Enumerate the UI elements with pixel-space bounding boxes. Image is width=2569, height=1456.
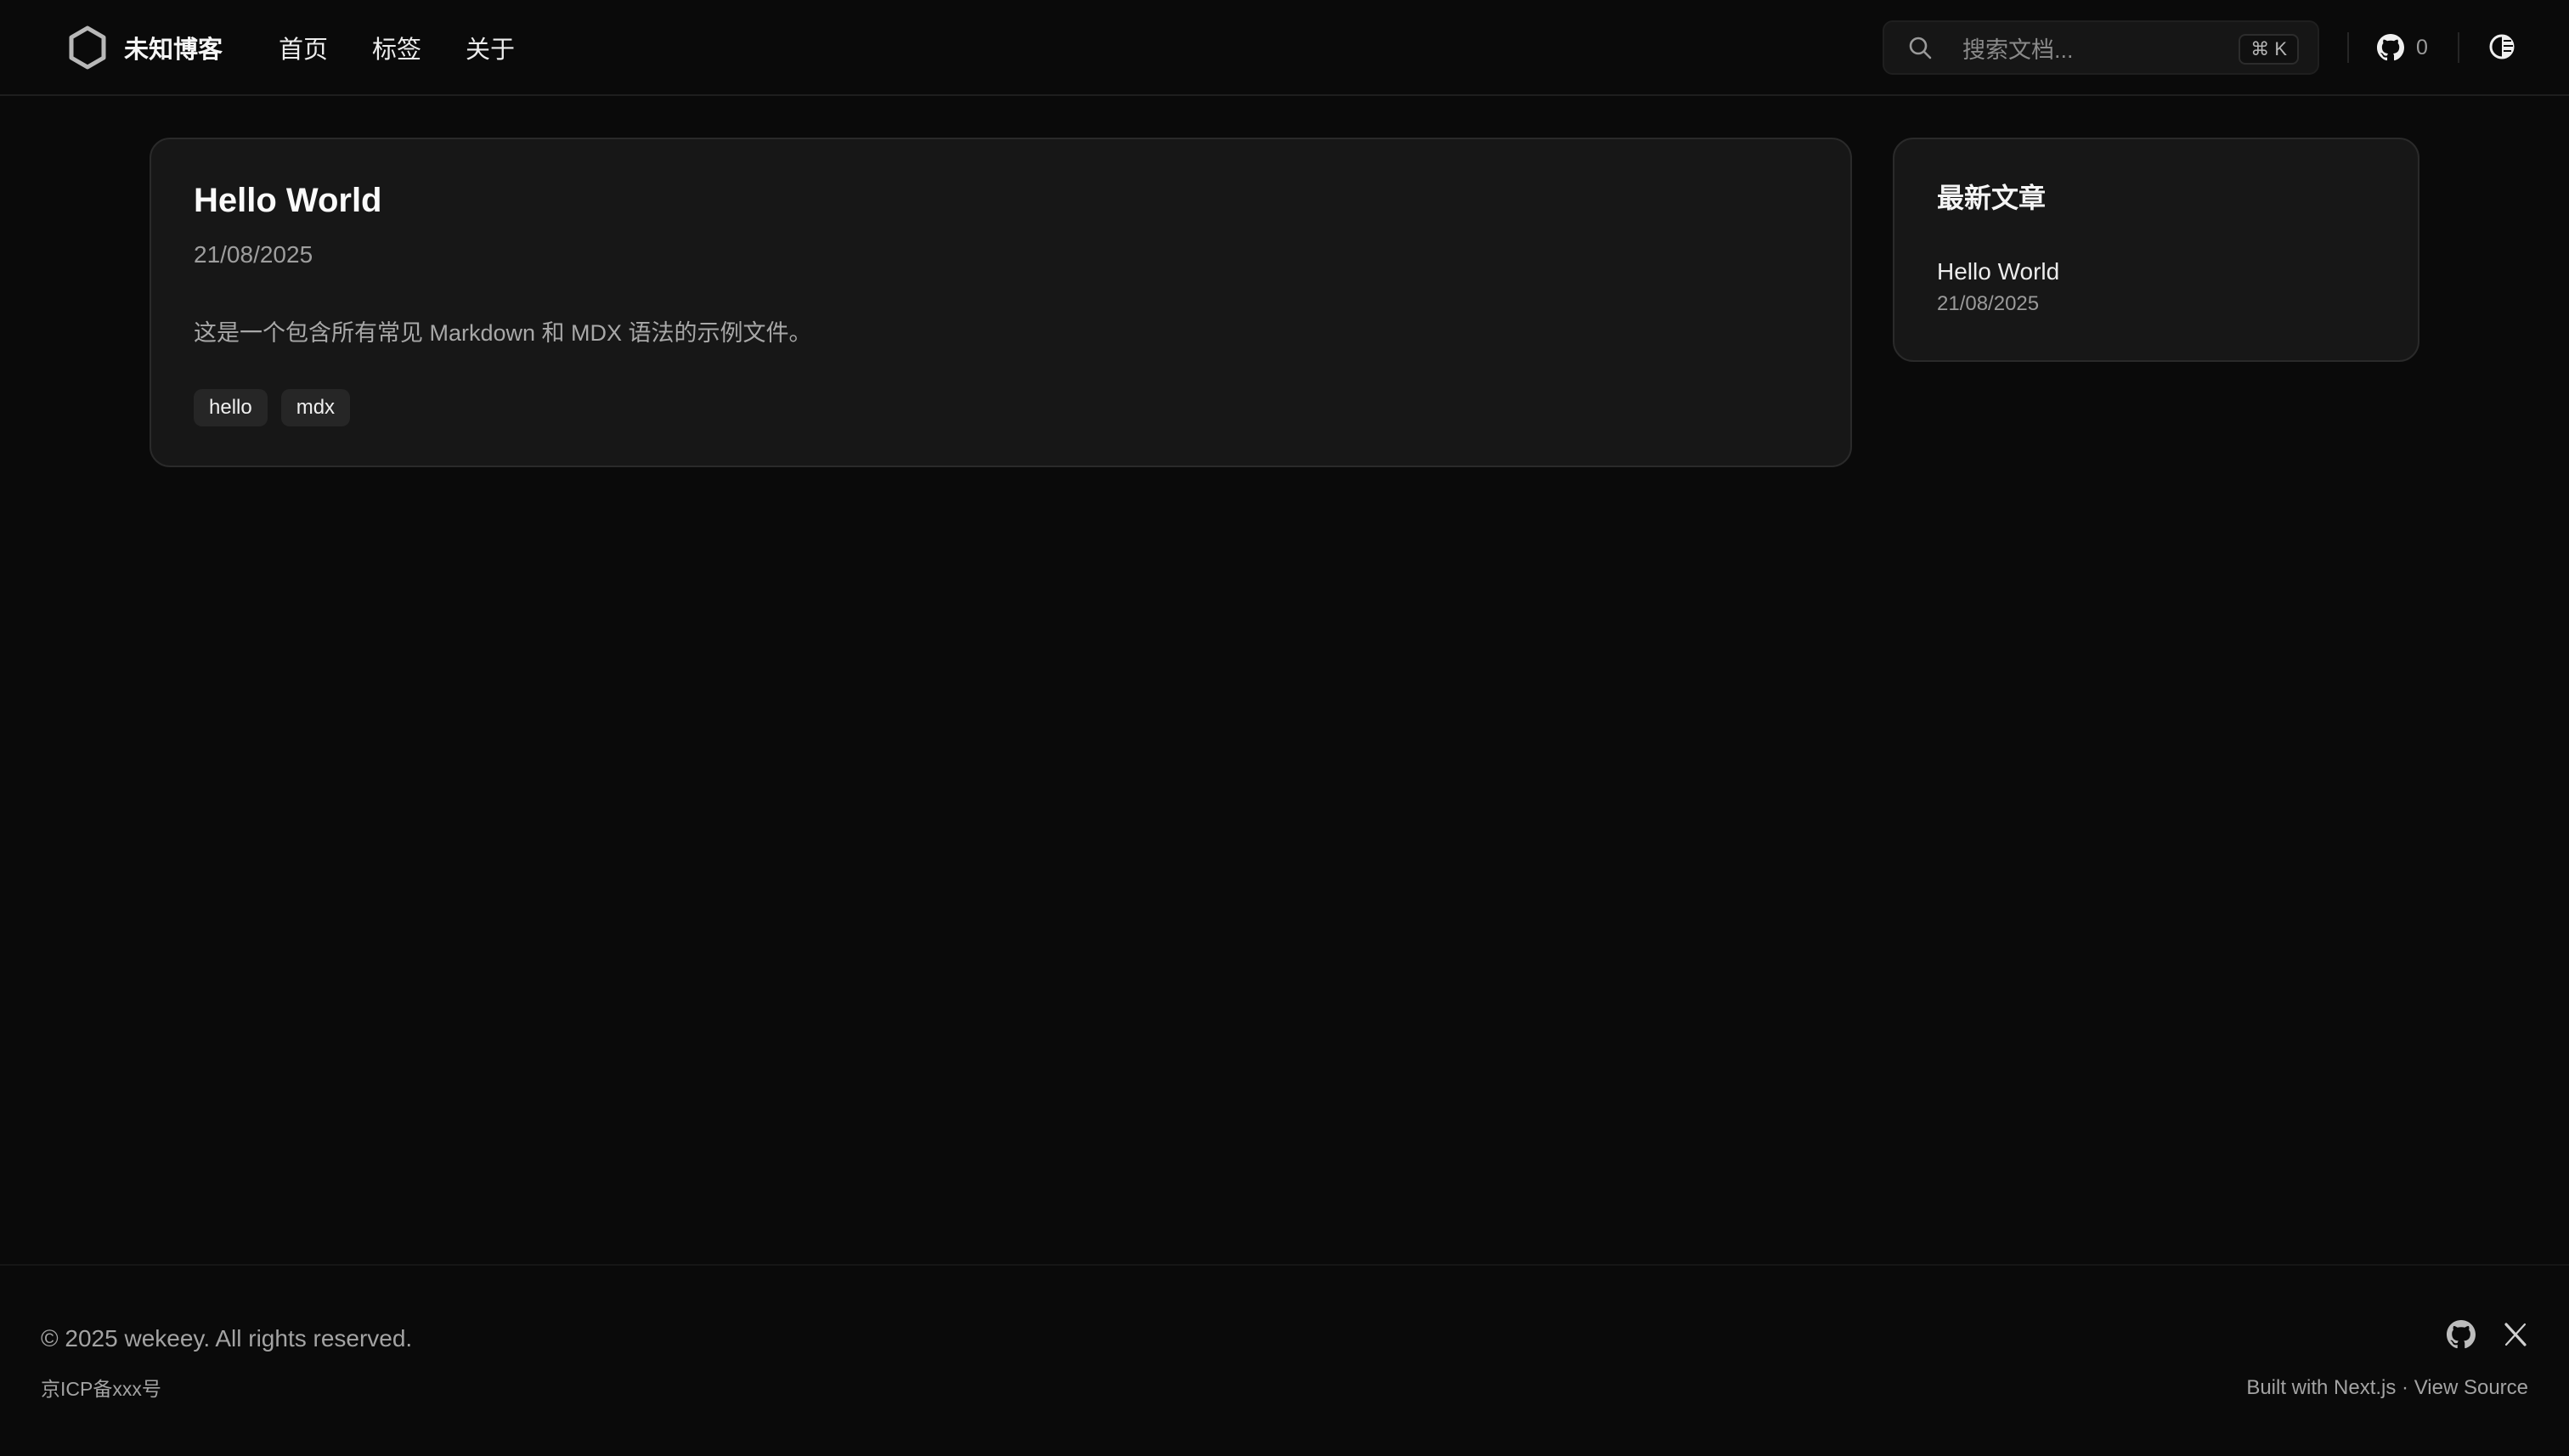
header-divider bbox=[2347, 32, 2349, 63]
hexagon-logo-icon bbox=[69, 25, 106, 70]
search-icon bbox=[1909, 37, 1932, 59]
header-divider bbox=[2458, 32, 2459, 63]
latest-post-date: 21/08/2025 bbox=[1937, 292, 2040, 315]
icp-license: 京ICP备xxx号 bbox=[41, 1378, 161, 1400]
footer-x-icon[interactable] bbox=[2501, 1320, 2530, 1349]
latest-posts-title: 最新文章 bbox=[1937, 183, 2047, 213]
search-placeholder: 搜索文档... bbox=[1962, 37, 2074, 63]
site-footer: © 2025 wekeey. All rights reserved. 京ICP… bbox=[0, 1264, 2569, 1456]
post-title[interactable]: Hello World bbox=[194, 182, 381, 220]
post-tags: hello mdx bbox=[194, 389, 351, 426]
github-icon bbox=[2377, 34, 2404, 61]
latest-post-title[interactable]: Hello World bbox=[1937, 258, 2059, 285]
search-input[interactable]: 搜索文档... ⌘ K bbox=[1883, 20, 2319, 75]
latest-posts-panel: 最新文章 Hello World 21/08/2025 bbox=[1893, 138, 2419, 362]
post-description: 这是一个包含所有常见 Markdown 和 MDX 语法的示例文件。 bbox=[194, 320, 812, 346]
nav-item-home[interactable]: 首页 bbox=[279, 30, 328, 65]
site-header: 未知博客 首页 标签 关于 搜索文档... ⌘ K 0 bbox=[0, 0, 2569, 96]
page: 未知博客 首页 标签 关于 搜索文档... ⌘ K 0 Hello World … bbox=[0, 0, 2569, 1456]
footer-github-icon[interactable] bbox=[2447, 1320, 2476, 1349]
github-link[interactable]: 0 bbox=[2377, 31, 2428, 64]
theme-toggle-icon[interactable] bbox=[2487, 32, 2516, 61]
nav-item-tags[interactable]: 标签 bbox=[372, 30, 421, 65]
built-with-line: Built with Next.js · View Source bbox=[2246, 1376, 2528, 1400]
tag-hello[interactable]: hello bbox=[194, 389, 268, 426]
github-star-count: 0 bbox=[2416, 35, 2428, 59]
view-source-link[interactable]: View Source bbox=[2414, 1376, 2528, 1399]
latest-post-item[interactable]: Hello World 21/08/2025 bbox=[1937, 258, 2059, 316]
post-date: 21/08/2025 bbox=[194, 241, 313, 268]
post-card[interactable]: Hello World 21/08/2025 这是一个包含所有常见 Markdo… bbox=[150, 138, 1852, 467]
brand-link[interactable]: 未知博客 bbox=[68, 25, 223, 70]
tag-mdx[interactable]: mdx bbox=[280, 389, 351, 426]
brand-name: 未知博客 bbox=[124, 37, 223, 64]
copyright-text: © 2025 wekeey. All rights reserved. bbox=[41, 1325, 413, 1352]
nextjs-link[interactable]: Built with Next.js bbox=[2246, 1376, 2396, 1399]
footer-dot-separator: · bbox=[2396, 1376, 2414, 1399]
main-nav: 首页 标签 关于 bbox=[279, 25, 515, 70]
nav-item-about[interactable]: 关于 bbox=[466, 30, 515, 65]
search-shortcut-badge: ⌘ K bbox=[2239, 34, 2299, 65]
